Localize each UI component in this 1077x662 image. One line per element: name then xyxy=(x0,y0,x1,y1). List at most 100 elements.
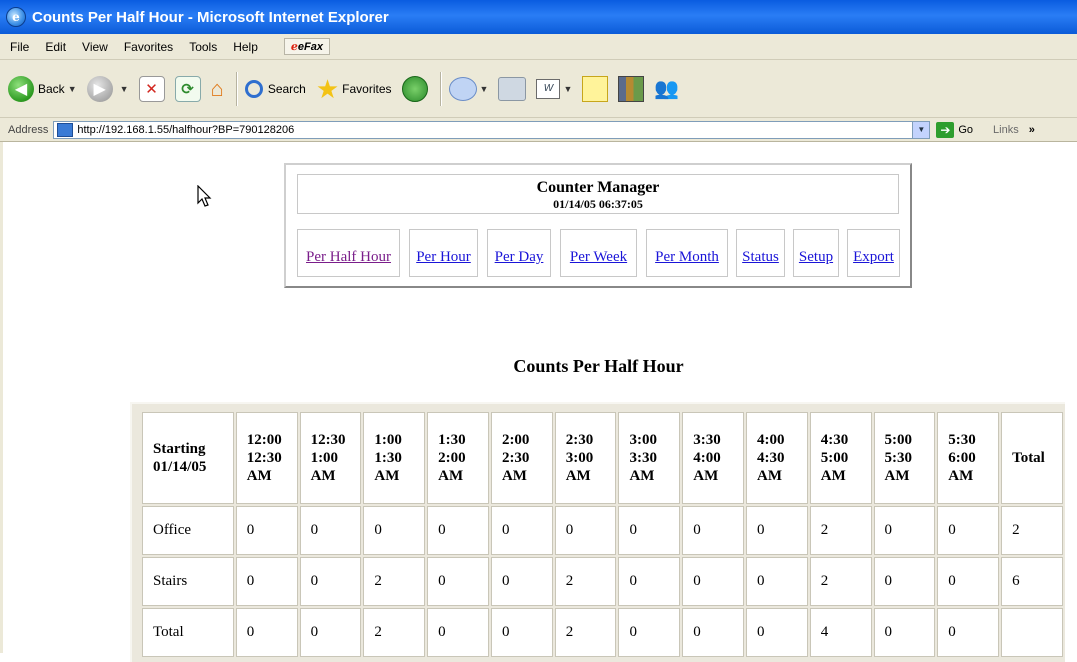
header-line: 1:00 xyxy=(310,450,339,466)
chevron-down-icon[interactable]: ▼ xyxy=(480,84,489,94)
note-icon xyxy=(582,75,609,102)
links-button[interactable]: Links xyxy=(993,124,1019,136)
stop-button[interactable]: ✕ xyxy=(138,75,165,102)
header-line: AM xyxy=(757,468,782,484)
chevron-down-icon[interactable]: ▼ xyxy=(120,84,129,94)
menu-tools[interactable]: Tools xyxy=(181,40,225,54)
notes-button[interactable] xyxy=(582,75,609,102)
nav-link-per-day[interactable]: Per Day xyxy=(495,249,544,266)
search-button[interactable]: Search xyxy=(244,79,306,98)
row-total: 2 xyxy=(1001,506,1063,555)
table-cell: 0 xyxy=(235,608,298,657)
go-label: Go xyxy=(958,123,974,136)
forward-button[interactable]: ▶ ▼ xyxy=(86,75,129,102)
ie-logo-icon: e xyxy=(6,7,26,27)
mouse-pointer-icon xyxy=(197,185,212,207)
favorites-star-icon: ★ xyxy=(315,73,340,104)
standard-toolbar: ◀ Back ▼ ▶ ▼ ✕ ⟳ ⌂ Search ★ Favorites ▼ … xyxy=(0,60,1077,118)
table-cell: 0 xyxy=(490,557,553,606)
refresh-button[interactable]: ⟳ xyxy=(174,75,201,102)
toolbar-separator xyxy=(439,71,441,106)
app-datetime: 01/14/05 06:37:05 xyxy=(553,197,643,211)
table-cell: 0 xyxy=(618,608,681,657)
nav-setup: Setup xyxy=(793,229,839,277)
nav-link-per-half-hour[interactable]: Per Half Hour xyxy=(306,249,391,266)
nav-link-per-week[interactable]: Per Week xyxy=(570,249,627,266)
header-line: 4:30 xyxy=(820,432,849,448)
header-line: 5:00 xyxy=(820,450,849,466)
favorites-label: Favorites xyxy=(342,81,392,96)
refresh-icon: ⟳ xyxy=(174,75,201,102)
header-line: 5:30 xyxy=(884,450,913,466)
back-label: Back xyxy=(38,81,65,96)
table-cell: 0 xyxy=(427,557,489,606)
table-cell: 0 xyxy=(682,608,744,657)
menu-favorites[interactable]: Favorites xyxy=(116,40,181,54)
table-cell: 2 xyxy=(809,557,872,606)
header-line: 2:30 xyxy=(501,450,530,466)
header-starting-label: Starting xyxy=(153,441,206,457)
nav-link-per-month[interactable]: Per Month xyxy=(655,249,719,266)
header-line: AM xyxy=(438,468,464,484)
address-url[interactable]: http://192.168.1.55/halfhour?BP=79012820… xyxy=(77,124,912,136)
nav-link-per-hour[interactable]: Per Hour xyxy=(416,249,471,266)
links-chevron-icon[interactable]: » xyxy=(1029,124,1035,136)
header-line: AM xyxy=(693,468,719,484)
menu-file[interactable]: File xyxy=(0,40,37,54)
forward-arrow-icon: ▶ xyxy=(86,75,113,102)
menu-view[interactable]: View xyxy=(74,40,116,54)
table-cell: 0 xyxy=(299,506,362,555)
table-cell: 0 xyxy=(427,608,489,657)
nav-status: Status xyxy=(736,229,785,277)
table-row: Office 0 0 0 0 0 0 0 0 0 2 0 0 2 xyxy=(142,506,1063,555)
go-button[interactable]: ➔ Go xyxy=(936,121,974,138)
nav-link-status[interactable]: Status xyxy=(742,249,779,266)
address-label: Address xyxy=(8,123,49,136)
books-icon xyxy=(618,75,645,102)
history-button[interactable] xyxy=(401,75,428,102)
chevron-down-icon[interactable]: ▼ xyxy=(68,84,77,94)
header-line: 1:00 xyxy=(374,432,402,448)
menu-help[interactable]: Help xyxy=(225,40,266,54)
header-line: 6:00 xyxy=(948,450,976,466)
app-name: Counter Manager xyxy=(536,179,660,196)
menu-bar: File Edit View Favorites Tools Help ℯeFa… xyxy=(0,34,1077,60)
back-button[interactable]: ◀ Back ▼ xyxy=(8,75,77,102)
column-header: 1:30 2:00 AM xyxy=(427,412,489,504)
column-header: 2:30 3:00 AM xyxy=(554,412,617,504)
table-cell: 4 xyxy=(809,608,872,657)
table-cell: 0 xyxy=(363,506,426,555)
header-line: 1:30 xyxy=(374,450,402,466)
nav-per-half-hour: Per Half Hour xyxy=(297,229,400,277)
table-cell: 0 xyxy=(873,557,936,606)
nav-link-export[interactable]: Export xyxy=(853,249,894,266)
home-icon: ⌂ xyxy=(210,75,224,101)
window-frame-edge xyxy=(0,142,3,653)
nav-link-setup[interactable]: Setup xyxy=(799,249,833,266)
favorites-button[interactable]: ★ Favorites xyxy=(316,76,392,102)
table-cell: 2 xyxy=(554,557,617,606)
home-button[interactable]: ⌂ xyxy=(211,76,224,102)
messenger-button[interactable]: 👥 xyxy=(654,76,679,101)
row-total xyxy=(1001,608,1063,657)
column-header: 3:30 4:00 AM xyxy=(682,412,744,504)
efax-logo-icon: ℯ xyxy=(290,41,298,53)
print-button[interactable] xyxy=(498,76,527,101)
table-cell: 0 xyxy=(873,608,936,657)
nav-per-week: Per Week xyxy=(560,229,637,277)
column-header: 1:00 1:30 AM xyxy=(363,412,426,504)
address-input[interactable]: http://192.168.1.55/halfhour?BP=79012820… xyxy=(53,120,931,139)
edit-button[interactable]: W ▼ xyxy=(536,78,572,99)
chevron-down-icon[interactable]: ▼ xyxy=(912,121,930,138)
chevron-down-icon[interactable]: ▼ xyxy=(563,84,572,94)
header-line: 5:00 xyxy=(884,432,913,448)
row-label: Stairs xyxy=(142,557,234,606)
table-cell: 2 xyxy=(554,608,617,657)
table-row: Stairs 0 0 2 0 0 2 0 0 0 2 0 0 6 xyxy=(142,557,1063,606)
research-button[interactable] xyxy=(618,75,645,102)
header-line: AM xyxy=(884,468,910,484)
efax-button[interactable]: ℯeFax xyxy=(283,38,330,55)
header-line: 4:30 xyxy=(757,450,785,466)
mail-button[interactable]: ▼ xyxy=(448,76,489,101)
menu-edit[interactable]: Edit xyxy=(37,40,74,54)
